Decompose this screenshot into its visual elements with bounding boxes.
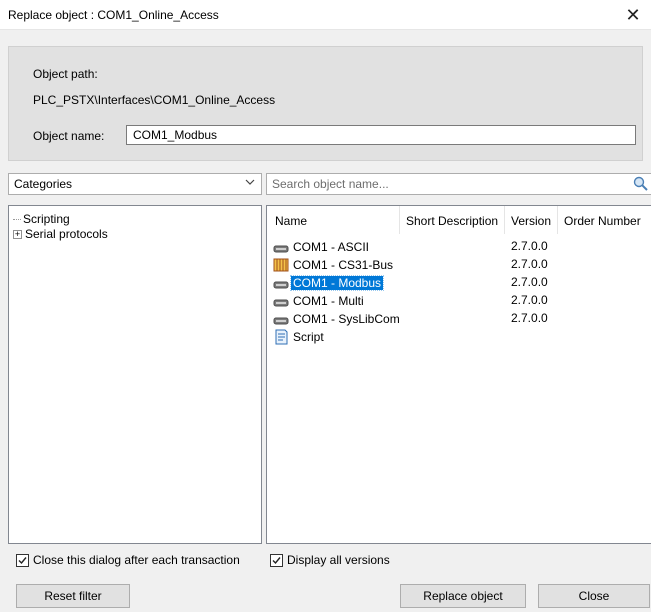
checkbox-label: Display all versions — [287, 553, 390, 567]
checkbox-label: Close this dialog after each transaction — [33, 553, 240, 567]
row-name: COM1 - Multi — [293, 293, 364, 308]
list-row-script[interactable]: Script — [273, 327, 326, 345]
column-header-version[interactable]: Version — [511, 214, 551, 230]
categories-value: Categories — [14, 177, 73, 191]
reset-filter-button[interactable]: Reset filter — [16, 584, 130, 608]
serial-port-icon — [273, 275, 289, 291]
column-separator — [504, 206, 505, 234]
checkbox-box[interactable] — [16, 554, 29, 568]
search-input[interactable]: Search object name... — [266, 173, 651, 195]
row-version: 2.7.0.0 — [511, 311, 548, 325]
object-name-label: Object name: — [33, 129, 105, 143]
close-icon[interactable]: ✕ — [623, 4, 643, 26]
column-header-short-description[interactable]: Short Description — [406, 214, 498, 230]
chevron-down-icon — [245, 177, 255, 190]
row-version: 2.7.0.0 — [511, 275, 548, 289]
row-name: COM1 - Modbus — [289, 274, 385, 291]
list-row-com1-ascii[interactable]: COM1 - ASCII — [273, 237, 371, 255]
row-version: 2.7.0.0 — [511, 239, 548, 253]
tree-item-label: Scripting — [23, 212, 70, 226]
window-title: Replace object : COM1_Online_Access — [8, 8, 219, 22]
list-row-com1-syslibcom[interactable]: COM1 - SysLibCom — [273, 309, 402, 327]
search-icon[interactable] — [632, 175, 650, 193]
row-version: 2.7.0.0 — [511, 257, 548, 271]
close-button[interactable]: Close — [538, 584, 650, 608]
row-version: 2.7.0.0 — [511, 293, 548, 307]
close-after-transaction-checkbox[interactable]: Close this dialog after each transaction — [16, 552, 240, 570]
column-header-name[interactable]: Name — [275, 214, 307, 230]
column-header-order-number[interactable]: Order Number — [564, 214, 641, 230]
column-separator — [557, 206, 558, 234]
row-name: Script — [293, 329, 324, 344]
row-name: COM1 - ASCII — [293, 239, 370, 254]
tree-item-label: Serial protocols — [25, 227, 108, 241]
bus-module-icon — [273, 257, 289, 273]
row-name: COM1 - SysLibCom — [293, 311, 400, 326]
serial-port-icon — [273, 311, 289, 327]
checkbox-box[interactable] — [270, 554, 283, 568]
list-row-com1-modbus[interactable]: COM1 - Modbus — [273, 273, 385, 291]
row-name: COM1 - CS31-Bus — [293, 257, 394, 272]
tree-item-scripting[interactable]: Scripting — [13, 212, 70, 226]
expand-icon[interactable]: + — [13, 230, 22, 240]
tree-item-serial-protocols[interactable]: + Serial protocols — [13, 227, 108, 241]
object-list[interactable]: Name Short Description Version Order Num… — [266, 205, 651, 544]
object-path-label: Object path: — [33, 67, 98, 81]
object-name-field[interactable]: COM1_Modbus — [126, 125, 636, 145]
categories-tree[interactable]: Scripting + Serial protocols — [8, 205, 262, 544]
serial-port-icon — [273, 239, 289, 255]
title-bar: Replace object : COM1_Online_Access ✕ — [0, 0, 651, 30]
display-all-versions-checkbox[interactable]: Display all versions — [270, 552, 390, 570]
object-path-value: PLC_PSTX\Interfaces\COM1_Online_Access — [33, 93, 276, 107]
tree-connector — [13, 219, 21, 221]
serial-port-icon — [273, 293, 289, 309]
script-icon — [273, 329, 289, 345]
categories-dropdown[interactable]: Categories — [8, 173, 262, 195]
list-row-com1-cs31-bus[interactable]: COM1 - CS31-Bus — [273, 255, 395, 273]
column-separator — [399, 206, 400, 234]
list-row-com1-multi[interactable]: COM1 - Multi — [273, 291, 366, 309]
replace-object-button[interactable]: Replace object — [400, 584, 526, 608]
